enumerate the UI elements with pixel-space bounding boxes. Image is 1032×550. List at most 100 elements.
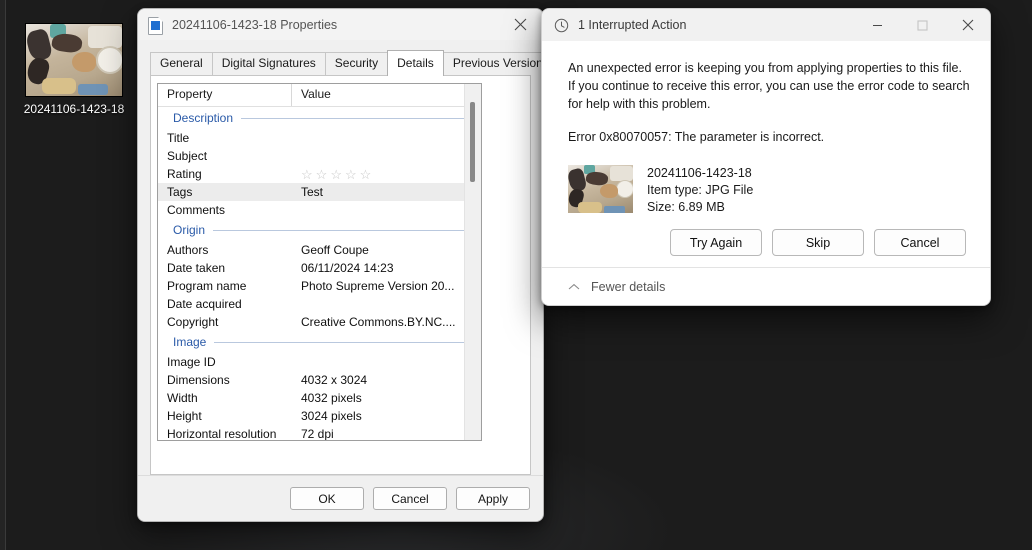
error-message: An unexpected error is keeping you from … — [568, 61, 970, 111]
property-name: Authors — [167, 243, 209, 257]
error-code: Error 0x80070057: The parameter is incor… — [568, 130, 825, 144]
property-name: Date taken — [167, 261, 226, 275]
property-value[interactable]: 4032 pixels — [292, 391, 481, 405]
interrupted-action-dialog: 1 Interrupted Action An unexpected error… — [541, 8, 991, 306]
apply-button[interactable]: Apply — [456, 487, 530, 510]
group-divider — [214, 341, 471, 343]
maximize-icon — [900, 9, 945, 41]
desktop-icon-label: 20241106-1423-18 — [23, 102, 125, 116]
property-row[interactable]: Subject — [158, 147, 481, 165]
error-file-name: 20241106-1423-18 — [647, 166, 752, 180]
cancel-button[interactable]: Cancel — [874, 229, 966, 256]
close-icon[interactable] — [498, 9, 543, 40]
properties-footer: OK Cancel Apply — [138, 475, 543, 521]
skip-button[interactable]: Skip — [772, 229, 864, 256]
property-value[interactable]: 4032 x 3024 — [292, 373, 481, 387]
properties-list-header: Property Value — [158, 84, 481, 107]
property-row[interactable]: Horizontal resolution 72 dpi — [158, 425, 481, 441]
property-value[interactable]: Geoff Coupe — [292, 243, 481, 257]
rating-stars[interactable]: ☆ ☆ ☆ ☆ ☆ — [301, 168, 481, 181]
group-divider — [241, 117, 471, 119]
properties-titlebar: 20241106-1423-18 Properties — [138, 9, 543, 40]
property-row[interactable]: Tags Test — [158, 183, 481, 201]
chevron-up-icon — [568, 283, 580, 291]
properties-list[interactable]: Property Value Description Title Subject Ra… — [157, 83, 482, 441]
star-icon[interactable]: ☆ — [345, 168, 357, 181]
property-name: Width — [167, 391, 198, 405]
property-name: Subject — [167, 149, 208, 163]
try-again-button[interactable]: Try Again — [670, 229, 762, 256]
ok-button[interactable]: OK — [290, 487, 364, 510]
desktop-icon-20241106-1423-18[interactable]: 20241106-1423-18 — [22, 24, 126, 117]
property-value[interactable]: Photo Supreme Version 20... — [292, 279, 481, 293]
star-icon[interactable]: ☆ — [330, 168, 342, 181]
property-name: Image ID — [167, 355, 216, 369]
close-icon[interactable] — [945, 9, 990, 41]
properties-window: 20241106-1423-18 Properties General Digi… — [137, 8, 544, 522]
property-row[interactable]: Program name Photo Supreme Version 20... — [158, 277, 481, 295]
error-dialog-titlebar: 1 Interrupted Action — [542, 9, 990, 41]
property-row[interactable]: Rating ☆ ☆ ☆ ☆ ☆ — [158, 165, 481, 183]
property-group-label: Description — [173, 111, 234, 125]
property-value[interactable]: 06/11/2024 14:23 — [292, 261, 481, 275]
property-value[interactable]: ☆ ☆ ☆ ☆ ☆ — [292, 168, 481, 181]
property-row[interactable]: Height 3024 pixels — [158, 407, 481, 425]
properties-list-body: Description Title Subject Rating ☆ ☆ ☆ ☆ ☆ Tags Te… — [158, 107, 481, 441]
property-row[interactable]: Date taken 06/11/2024 14:23 — [158, 259, 481, 277]
group-divider — [213, 229, 471, 231]
tab-security[interactable]: Security — [324, 52, 389, 75]
fewer-details-label: Fewer details — [591, 279, 666, 294]
star-icon[interactable]: ☆ — [360, 168, 372, 181]
property-row[interactable]: Title — [158, 129, 481, 147]
property-row[interactable]: Comments — [158, 201, 481, 219]
tab-general[interactable]: General — [150, 52, 213, 75]
property-group-description: Description — [158, 107, 481, 129]
property-row[interactable]: Copyright Creative Commons.BY.NC.... — [158, 313, 481, 331]
star-icon[interactable]: ☆ — [316, 168, 328, 181]
error-dialog-title: 1 Interrupted Action — [578, 18, 687, 32]
desktop-edge-line — [5, 0, 6, 550]
property-name: Copyright — [167, 315, 219, 329]
property-value[interactable]: Creative Commons.BY.NC.... — [292, 315, 481, 329]
tab-details[interactable]: Details — [387, 50, 444, 76]
photo-thumbnail — [568, 165, 633, 213]
property-value[interactable]: Test — [292, 185, 481, 199]
property-row[interactable]: Image ID — [158, 353, 481, 371]
tab-digital-signatures-label: Digital Signatures — [221, 56, 316, 70]
property-group-origin: Origin — [158, 219, 481, 241]
property-name: Program name — [167, 279, 247, 293]
error-file-info: 20241106-1423-18 Item type: JPG File Siz… — [568, 165, 968, 216]
error-window-controls — [855, 9, 990, 41]
tab-security-label: Security — [334, 56, 379, 70]
tab-general-label: General — [160, 56, 203, 70]
property-row[interactable]: Date acquired — [158, 295, 481, 313]
property-row[interactable]: Dimensions 4032 x 3024 — [158, 371, 481, 389]
tab-digital-signatures[interactable]: Digital Signatures — [211, 52, 326, 75]
star-icon[interactable]: ☆ — [301, 168, 313, 181]
properties-list-scrollbar[interactable] — [464, 84, 481, 440]
property-group-label: Origin — [173, 223, 206, 237]
property-row[interactable]: Authors Geoff Coupe — [158, 241, 481, 259]
minimize-icon[interactable] — [855, 9, 900, 41]
property-group-image: Image — [158, 331, 481, 353]
property-name: Tags — [167, 185, 193, 199]
error-file-type: Item type: JPG File — [647, 183, 754, 197]
scrollbar-thumb[interactable] — [470, 102, 475, 182]
error-action-buttons: Try Again Skip Cancel — [670, 229, 966, 256]
property-name: Height — [167, 409, 202, 423]
cancel-button[interactable]: Cancel — [373, 487, 447, 510]
property-row[interactable]: Width 4032 pixels — [158, 389, 481, 407]
tab-previous-versions[interactable]: Previous Versions — [442, 52, 543, 75]
column-header-property: Property — [158, 84, 292, 106]
property-name: Horizontal resolution — [167, 427, 277, 441]
property-name: Rating — [167, 167, 202, 181]
properties-tab-strip: General Digital Signatures Security Deta… — [138, 50, 543, 76]
clock-history-icon — [554, 18, 569, 33]
photo-thumbnail — [26, 24, 122, 96]
property-name: Date acquired — [167, 297, 242, 311]
properties-window-title: 20241106-1423-18 Properties — [172, 17, 338, 32]
fewer-details-toggle[interactable]: Fewer details — [568, 280, 665, 294]
property-value[interactable]: 3024 pixels — [292, 409, 481, 423]
property-name: Dimensions — [167, 373, 230, 387]
property-value[interactable]: 72 dpi — [292, 427, 481, 440]
